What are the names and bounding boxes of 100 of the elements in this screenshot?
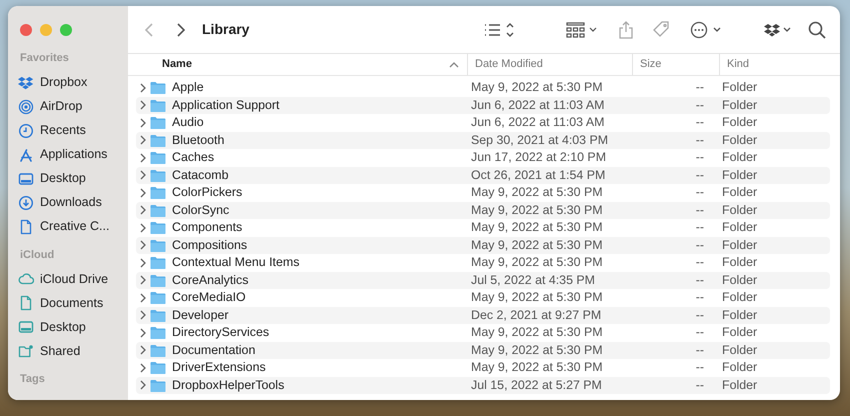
file-kind: Folder (721, 272, 758, 289)
sidebar-item[interactable]: AirDrop (18, 94, 128, 118)
sidebar-item[interactable]: Recents (18, 118, 128, 142)
file-name: CoreMediaIO (172, 289, 246, 306)
date-modified: May 9, 2022 at 5:30 PM (470, 324, 604, 342)
dropbox-logo-icon (18, 74, 34, 90)
column-header[interactable]: Kind (719, 54, 840, 75)
file-kind: Folder (721, 79, 758, 96)
date-modified: Jul 5, 2022 at 4:35 PM (470, 272, 596, 289)
file-size: -- (694, 96, 705, 114)
folder-icon (150, 221, 166, 234)
folder-icon (150, 378, 166, 392)
disclosure-chevron-icon[interactable] (139, 292, 147, 303)
folder-icon (150, 326, 166, 340)
file-size: -- (694, 376, 705, 394)
file-size: -- (694, 254, 705, 272)
file-name: Catacomb (172, 166, 228, 184)
sidebar-item[interactable]: iCloud Drive (18, 267, 128, 291)
disclosure-chevron-icon[interactable] (139, 205, 147, 216)
cloud-icon (18, 271, 34, 287)
date-modified: Dec 2, 2021 at 9:27 PM (470, 306, 602, 324)
folder-icon (150, 186, 166, 200)
file-size: -- (694, 219, 705, 236)
disclosure-chevron-icon[interactable] (139, 328, 147, 338)
disclosure-chevron-icon[interactable] (139, 135, 147, 146)
file-size: -- (694, 236, 705, 254)
disclosure-chevron-icon[interactable] (139, 380, 147, 390)
file-name: Application Support (172, 96, 280, 114)
disclosure-chevron-icon[interactable] (139, 82, 147, 93)
sidebar-item[interactable]: Downloads (18, 190, 128, 214)
folder-icon (150, 151, 166, 164)
sidebar-section-title: Tags (20, 372, 46, 387)
file-name: Apple (172, 79, 204, 96)
shared-folder-icon (18, 343, 34, 359)
disclosure-chevron-icon[interactable] (139, 240, 147, 250)
disclosure-chevron-icon[interactable] (139, 170, 147, 180)
close-button[interactable] (20, 24, 32, 36)
folder-icon (150, 361, 166, 374)
sidebar-item[interactable]: Dropbox (18, 70, 128, 94)
disclosure-chevron-icon[interactable] (139, 275, 147, 286)
file-size: -- (694, 79, 705, 96)
file-kind: Folder (721, 219, 758, 236)
date-modified: May 9, 2022 at 5:30 PM (470, 236, 604, 254)
file-kind: Folder (721, 254, 758, 272)
folder-icon (150, 204, 166, 217)
file-name: DirectoryServices (172, 324, 270, 342)
sidebar-item[interactable]: Applications (18, 142, 128, 166)
file-size: -- (694, 342, 705, 359)
file-name: Compositions (172, 236, 248, 254)
file-kind: Folder (721, 324, 758, 342)
column-header[interactable]: Date Modified (467, 54, 632, 75)
sidebar-item[interactable]: Shared (18, 339, 128, 363)
column-header[interactable]: Name (128, 54, 467, 75)
folder-icon (150, 168, 166, 182)
disclosure-chevron-icon[interactable] (139, 222, 147, 233)
disclosure-chevron-icon[interactable] (139, 310, 147, 320)
column-header[interactable]: Size (632, 54, 719, 75)
document-icon (18, 295, 34, 311)
file-kind: Folder (721, 359, 758, 376)
folder-icon (150, 134, 166, 147)
file-size: -- (694, 324, 705, 342)
date-modified: May 9, 2022 at 5:30 PM (470, 359, 604, 376)
file-name: ColorSync (172, 202, 230, 219)
desktop-icon (18, 319, 34, 335)
window-title: Library (202, 20, 250, 39)
disclosure-chevron-icon[interactable] (139, 362, 147, 373)
file-name: Bluetooth (172, 132, 224, 149)
date-modified: May 9, 2022 at 5:30 PM (470, 254, 604, 272)
file-size: -- (694, 132, 705, 149)
date-modified: May 9, 2022 at 5:30 PM (470, 219, 604, 236)
disclosure-chevron-icon[interactable] (139, 152, 147, 163)
folder-icon (150, 238, 166, 252)
file-kind: Folder (721, 184, 758, 202)
disclosure-chevron-icon[interactable] (139, 118, 147, 128)
file-name: Components (172, 219, 242, 236)
file-size: -- (694, 202, 705, 219)
date-modified: May 9, 2022 at 5:30 PM (470, 342, 604, 359)
file-kind: Folder (721, 166, 758, 184)
sidebar-item[interactable]: Creative C... (18, 214, 128, 238)
file-size: -- (694, 306, 705, 324)
file-kind: Folder (721, 149, 758, 166)
date-modified: May 9, 2022 at 5:30 PM (470, 202, 604, 219)
disclosure-chevron-icon[interactable] (139, 258, 147, 268)
date-modified: Jun 17, 2022 at 2:10 PM (470, 149, 608, 166)
sidebar-item[interactable]: Desktop (18, 166, 128, 190)
folder-icon (150, 116, 166, 130)
disclosure-chevron-icon[interactable] (139, 345, 147, 356)
clock-icon (18, 122, 34, 138)
sidebar-item[interactable]: Desktop (18, 315, 128, 339)
sidebar-item[interactable]: Documents (18, 291, 128, 315)
disclosure-chevron-icon[interactable] (139, 188, 147, 198)
file-name: Caches (172, 149, 214, 166)
file-size: -- (694, 114, 705, 132)
search-icon[interactable] (808, 20, 826, 38)
date-modified: Jul 15, 2022 at 5:27 PM (470, 376, 603, 394)
disclosure-chevron-icon[interactable] (139, 100, 147, 110)
file-kind: Folder (721, 289, 758, 306)
file-size: -- (694, 166, 705, 184)
file-size: -- (694, 359, 705, 376)
airdrop-icon (18, 98, 34, 114)
